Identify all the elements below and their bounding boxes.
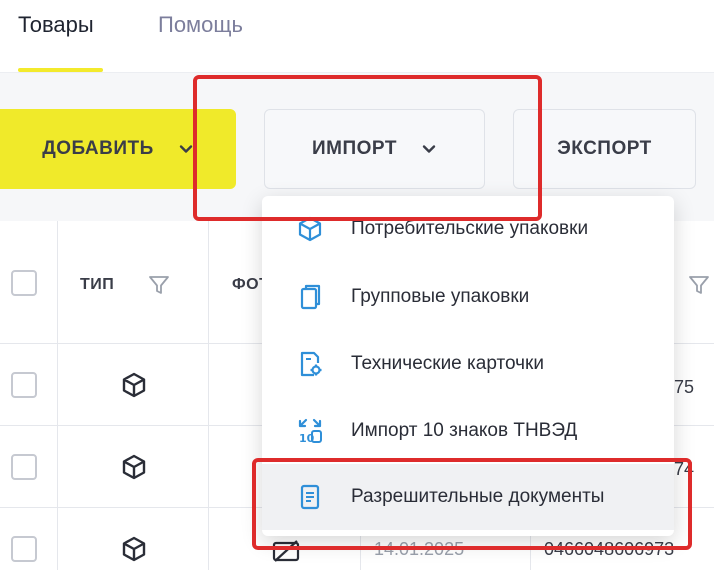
import-button[interactable]: ИМПОРТ — [264, 109, 485, 189]
menu-item-label: Технические карточки — [351, 353, 544, 374]
menu-item-label: Групповые упаковки — [351, 286, 530, 307]
chevron-down-icon — [421, 141, 437, 157]
no-photo-icon — [272, 539, 300, 563]
menu-item-tnved-import[interactable]: 10 Импорт 10 знаков ТНВЭД — [262, 398, 674, 464]
menu-item-label: Импорт 10 знаков ТНВЭД — [351, 420, 578, 441]
tnved-import-icon: 10 — [296, 417, 324, 445]
menu-item-tech-cards[interactable]: Технические карточки — [262, 331, 674, 397]
top-tabs: Товары Помощь — [0, 0, 714, 73]
box-icon — [296, 215, 324, 243]
tab-help[interactable]: Помощь — [158, 12, 243, 38]
column-divider — [57, 221, 58, 570]
cube-icon — [120, 371, 148, 399]
chevron-down-icon — [178, 141, 194, 157]
row-checkbox[interactable] — [11, 454, 37, 480]
row-checkbox[interactable] — [11, 372, 37, 398]
select-all-checkbox[interactable] — [11, 270, 37, 296]
table-cell-date: 14.01.2025 — [374, 539, 465, 559]
add-button-label: ДОБАВИТЬ — [42, 138, 154, 159]
filter-icon[interactable] — [148, 274, 170, 296]
add-button[interactable]: ДОБАВИТЬ — [0, 109, 236, 189]
tech-card-icon — [296, 350, 324, 378]
export-button-label: ЭКСПОРТ — [557, 138, 652, 159]
menu-item-group-packages[interactable]: Групповые упаковки — [262, 264, 674, 330]
export-button[interactable]: ЭКСПОРТ — [513, 109, 696, 189]
menu-item-label: Разрешительные документы — [351, 486, 605, 507]
row-checkbox[interactable] — [11, 536, 37, 562]
menu-item-permit-documents[interactable]: Разрешительные документы — [262, 464, 674, 530]
column-divider — [208, 221, 209, 570]
document-icon — [296, 483, 324, 511]
column-header-type: ТИП — [80, 276, 115, 293]
menu-item-consumer-packages[interactable]: Потребительские упаковки — [262, 196, 674, 262]
group-pack-icon — [296, 283, 324, 311]
cube-icon — [120, 453, 148, 481]
import-button-label: ИМПОРТ — [312, 138, 397, 159]
tab-products[interactable]: Товары — [18, 12, 94, 38]
cube-icon — [120, 535, 148, 563]
filter-icon[interactable] — [688, 274, 710, 296]
import-dropdown-menu: Потребительские упаковки Групповые упако… — [262, 196, 674, 536]
menu-item-label: Потребительские упаковки — [351, 218, 589, 239]
table-cell-code: 0466048606973 — [544, 539, 675, 559]
